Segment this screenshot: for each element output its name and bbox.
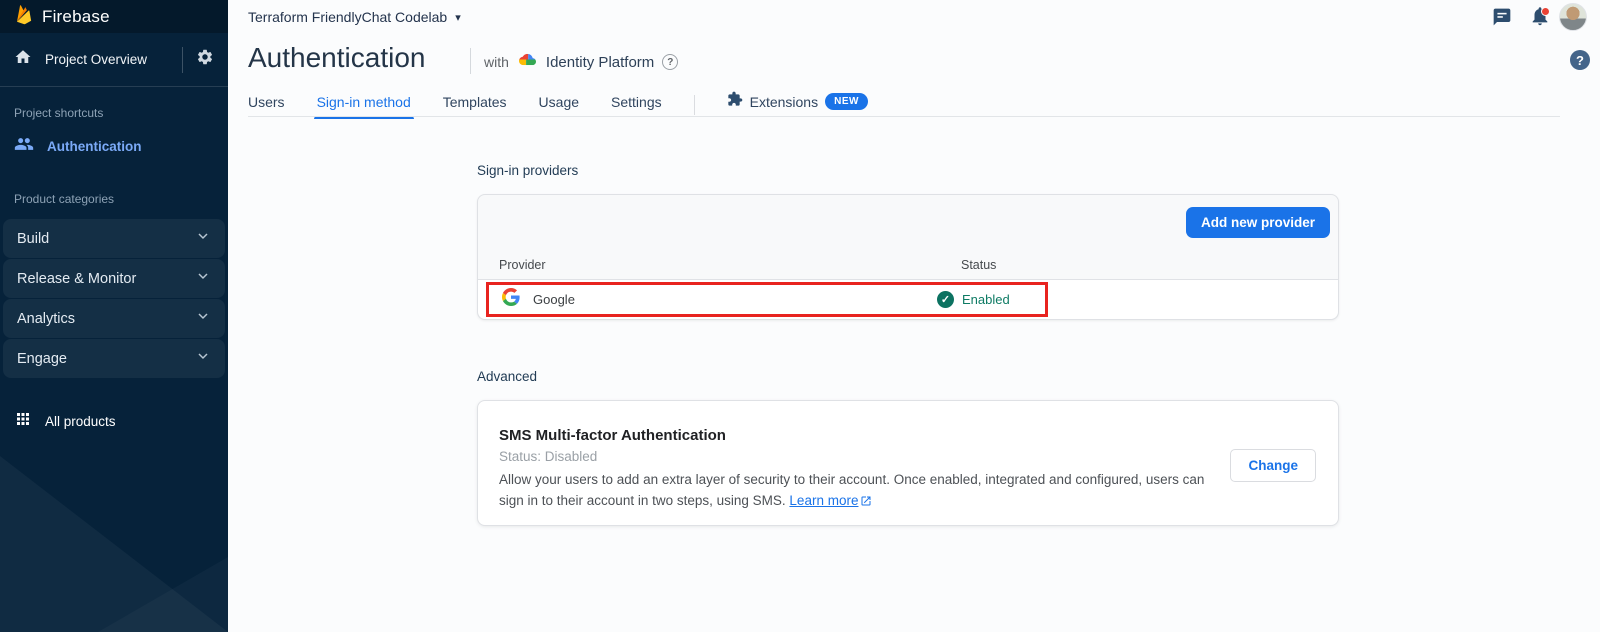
identity-platform-group: with Identity Platform ? (484, 51, 678, 73)
provider-cell: Google (478, 288, 937, 311)
gear-icon[interactable] (196, 48, 214, 71)
caret-down-icon: ▾ (455, 11, 461, 24)
tab-extensions[interactable]: Extensions NEW (727, 91, 868, 118)
all-products-label: All products (45, 414, 116, 429)
sidebar-item-authentication[interactable]: Authentication (0, 120, 228, 173)
divider (470, 48, 471, 74)
firebase-brand[interactable]: Firebase (0, 0, 228, 33)
home-icon (14, 48, 32, 71)
category-label: Release & Monitor (17, 271, 136, 287)
tab-extensions-label: Extensions (750, 94, 818, 110)
avatar[interactable] (1559, 3, 1587, 31)
page-title: Authentication (248, 42, 425, 74)
sidebar: Firebase Project Overview Project shortc… (0, 0, 228, 632)
category-accordion: Build Release & Monitor Analytics Engage (3, 219, 225, 378)
divider (694, 95, 695, 115)
chevron-down-icon (195, 348, 211, 369)
project-shortcuts-label: Project shortcuts (14, 106, 214, 120)
status-badge: Enabled (962, 292, 1010, 307)
tab-users[interactable]: Users (248, 94, 285, 116)
check-circle-icon: ✓ (937, 291, 954, 308)
help-icon[interactable]: ? (1570, 50, 1590, 70)
chevron-down-icon (195, 308, 211, 329)
tab-bottom-border (248, 116, 1560, 117)
change-button[interactable]: Change (1230, 449, 1316, 482)
category-label: Analytics (17, 311, 75, 327)
extension-puzzle-icon (727, 91, 743, 112)
apps-grid-icon (14, 410, 32, 433)
sidebar-item-release-monitor[interactable]: Release & Monitor (3, 259, 225, 298)
learn-more-label: Learn more (789, 493, 858, 508)
providers-table-header: Provider Status (478, 250, 1338, 280)
advanced-section-title: Advanced (477, 369, 537, 384)
learn-more-link[interactable]: Learn more (789, 493, 872, 508)
google-logo-icon (502, 288, 520, 311)
notifications-bell-icon[interactable] (1529, 5, 1551, 27)
add-new-provider-button[interactable]: Add new provider (1186, 207, 1330, 238)
google-cloud-icon (517, 51, 538, 73)
tab-templates[interactable]: Templates (443, 94, 507, 116)
sidebar-item-analytics[interactable]: Analytics (3, 299, 225, 338)
product-categories-label: Product categories (14, 192, 214, 206)
release-notes-icon[interactable] (1492, 7, 1512, 27)
brand-name: Firebase (42, 7, 110, 27)
sms-mfa-description: Allow your users to add an extra layer o… (499, 469, 1221, 513)
project-selector[interactable]: Terraform FriendlyChat Codelab ▾ (248, 9, 461, 25)
chevron-down-icon (195, 268, 211, 289)
sidebar-item-project-overview[interactable]: Project Overview (0, 33, 228, 87)
status-cell: ✓ Enabled (937, 291, 1010, 308)
sms-mfa-title: SMS Multi-factor Authentication (499, 427, 726, 444)
category-label: Build (17, 231, 49, 247)
firebase-console: Firebase Project Overview Project shortc… (0, 0, 1600, 632)
project-overview-label: Project Overview (45, 52, 169, 67)
column-status: Status (961, 258, 996, 272)
tab-sign-in-method[interactable]: Sign-in method (317, 94, 411, 116)
divider (182, 47, 183, 73)
category-label: Engage (17, 351, 67, 367)
project-name: Terraform FriendlyChat Codelab (248, 9, 447, 25)
with-label: with (484, 54, 509, 70)
notification-dot (1541, 7, 1550, 16)
tab-bar: Users Sign-in method Templates Usage Set… (248, 92, 868, 117)
identity-platform-label: Identity Platform (546, 54, 654, 71)
sms-mfa-status: Status: Disabled (499, 449, 597, 464)
provider-name: Google (533, 292, 575, 307)
help-outline-icon[interactable]: ? (662, 54, 678, 70)
sms-mfa-card: SMS Multi-factor Authentication Status: … (477, 400, 1339, 526)
sidebar-item-build[interactable]: Build (3, 219, 225, 258)
new-badge: NEW (825, 93, 868, 110)
people-icon (14, 134, 34, 159)
table-row-google[interactable]: Google ✓ Enabled (478, 280, 1338, 319)
chevron-down-icon (195, 228, 211, 249)
external-link-icon (860, 492, 872, 513)
tab-usage[interactable]: Usage (539, 94, 579, 116)
tab-settings[interactable]: Settings (611, 94, 662, 116)
column-provider: Provider (499, 258, 546, 272)
authentication-link-label: Authentication (47, 139, 142, 154)
providers-card: Add new provider Provider Status Google … (477, 194, 1339, 320)
sidebar-item-engage[interactable]: Engage (3, 339, 225, 378)
firebase-flame-icon (15, 3, 32, 31)
providers-section-title: Sign-in providers (477, 163, 578, 178)
sidebar-item-all-products[interactable]: All products (0, 400, 228, 443)
